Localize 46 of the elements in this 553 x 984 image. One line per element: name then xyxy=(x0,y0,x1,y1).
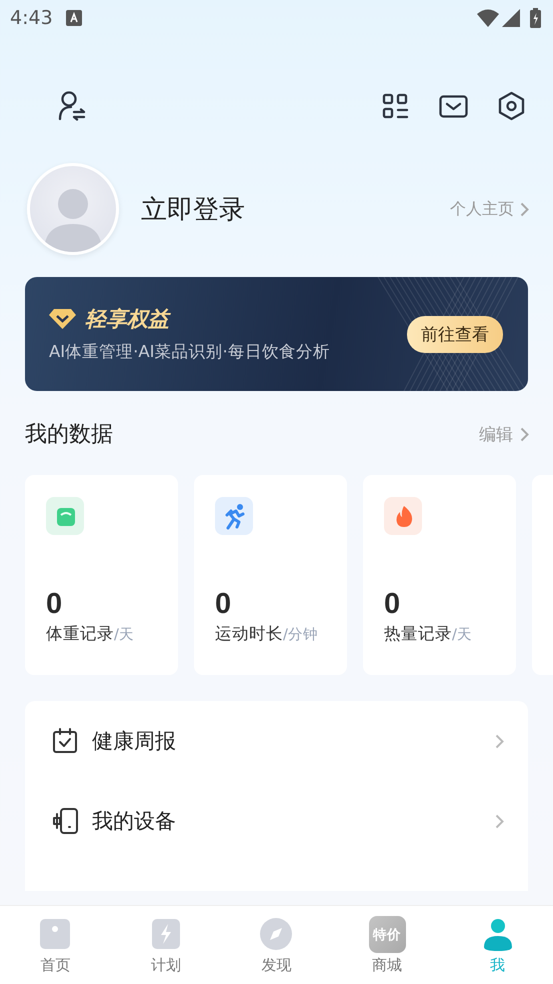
calendar-icon xyxy=(52,727,79,755)
compass-icon xyxy=(259,917,294,951)
scan-grid-icon[interactable] xyxy=(382,92,409,120)
keyboard-notification-icon xyxy=(66,10,82,26)
menu-item[interactable]: 健康周报 xyxy=(25,701,528,781)
mail-icon[interactable] xyxy=(439,94,468,118)
membership-banner[interactable]: 轻享权益 AI体重管理·AI菜品识别·每日饮食分析 前往查看 xyxy=(25,277,528,391)
stat-label: 体重记录 xyxy=(46,623,114,645)
battery-icon xyxy=(530,8,541,28)
scale-icon xyxy=(46,497,84,535)
stat-value: 0 xyxy=(46,588,64,621)
stat-card[interactable]: 0 热量记录/天 xyxy=(363,475,516,675)
stat-unit: /天 xyxy=(114,626,134,644)
view-button[interactable]: 前往查看 xyxy=(407,316,503,352)
run-icon xyxy=(215,497,253,535)
chevron-right-icon xyxy=(495,734,504,748)
login-prompt[interactable]: 立即登录 xyxy=(141,192,450,226)
banner-title: 轻享权益 xyxy=(85,306,169,333)
sale-badge: 特价 xyxy=(368,916,406,953)
tab-item[interactable]: 发现 xyxy=(221,906,332,984)
banner-subtitle: AI体重管理·AI菜品识别·每日饮食分析 xyxy=(49,341,331,363)
stat-label: 运动时长 xyxy=(215,623,283,645)
settings-icon[interactable] xyxy=(498,91,525,121)
flame-icon xyxy=(384,497,422,535)
chevron-right-icon xyxy=(520,426,529,442)
stat-unit: /天 xyxy=(452,626,472,644)
stat-card[interactable]: 0 运动时长/分钟 xyxy=(194,475,347,675)
wifi-icon xyxy=(477,9,499,27)
stat-value: 0 xyxy=(215,588,232,621)
tab-item[interactable]: 首页 xyxy=(0,906,111,984)
user-switch-icon[interactable] xyxy=(58,91,86,121)
square-icon xyxy=(38,917,72,951)
signal-icon xyxy=(502,9,520,27)
tab-item[interactable]: 特价 商城 xyxy=(332,906,442,984)
chevron-right-icon xyxy=(495,814,504,828)
menu-item[interactable]: 我的设备 xyxy=(25,781,528,861)
chevron-right-icon xyxy=(520,202,529,216)
tab-item[interactable]: 计划 xyxy=(110,906,222,984)
stat-label: 热量记录 xyxy=(384,623,452,645)
device-icon xyxy=(52,807,79,835)
stat-value: 0 xyxy=(384,588,402,621)
section-title: 我的数据 xyxy=(25,421,114,449)
stat-unit: /分钟 xyxy=(283,626,318,644)
stat-card[interactable]: 0 体重记录/天 xyxy=(25,475,178,675)
diamond-icon xyxy=(49,309,76,329)
status-time: 4:43 xyxy=(10,7,53,29)
